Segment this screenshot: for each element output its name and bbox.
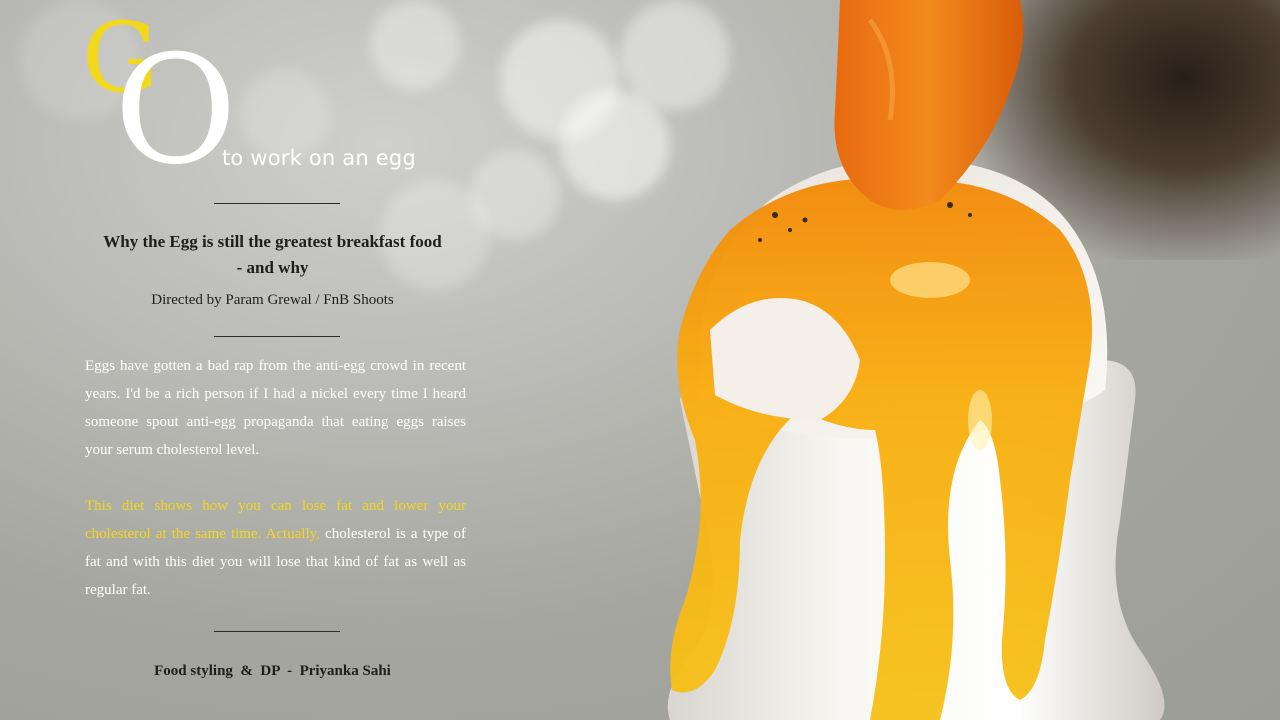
headline: Why the Egg is still the greatest breakf…	[80, 229, 465, 281]
poster: G O to work on an egg Why the Egg is sti…	[0, 0, 1280, 720]
egg-photo	[667, 0, 1165, 720]
go-logo: G O	[82, 10, 237, 186]
divider	[214, 631, 340, 632]
divider	[214, 203, 340, 204]
styling-credit: Food styling & DP - Priyanka Sahi	[154, 663, 391, 679]
director-credit: Directed by Param Grewal / FnB Shoots	[151, 292, 394, 308]
paragraph-1: Eggs have gotten a bad rap from the anti…	[85, 358, 466, 458]
paragraph-2: This diet shows how you can lose fat and…	[85, 492, 466, 604]
logo-tagline: to work on an egg	[222, 146, 416, 170]
bokeh-light	[470, 150, 560, 240]
bokeh-light	[370, 0, 460, 90]
headline-line-2: - and why	[236, 258, 309, 277]
headline-line-1: Why the Egg is still the greatest breakf…	[103, 232, 442, 251]
divider	[214, 336, 340, 337]
logo-letter-o: O	[114, 24, 237, 198]
